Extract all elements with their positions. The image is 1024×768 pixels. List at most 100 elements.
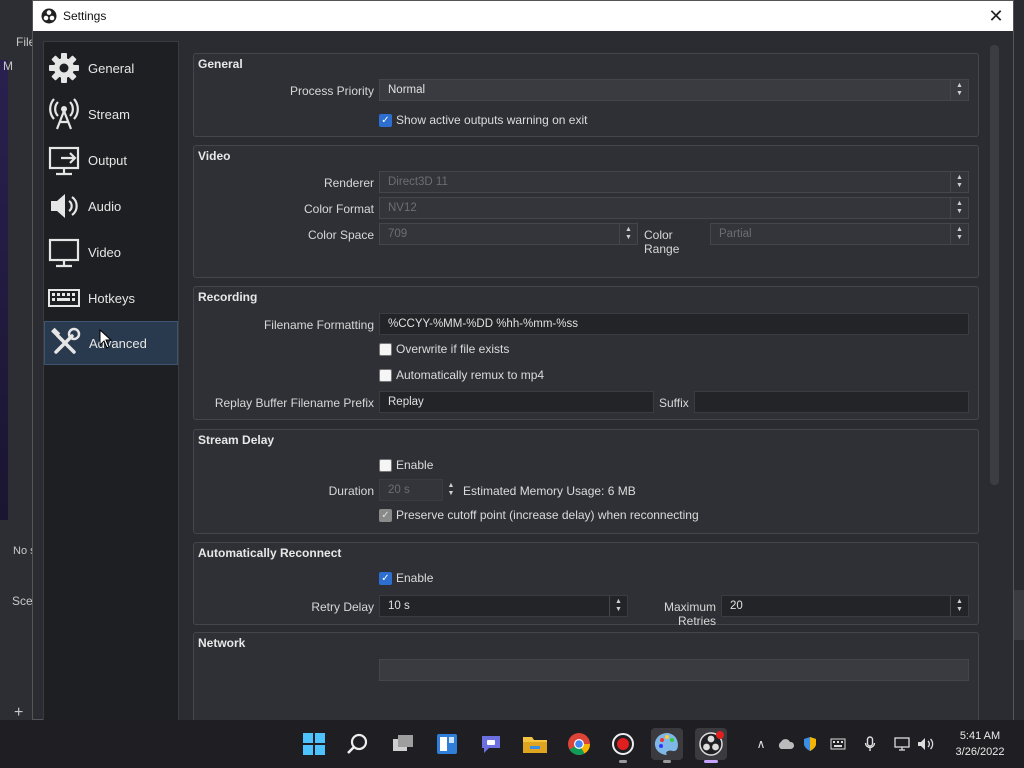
- paint-icon[interactable]: [651, 728, 683, 763]
- vertical-scrollbar[interactable]: [989, 45, 999, 701]
- system-clock[interactable]: 5:41 AM 3/26/2022: [940, 728, 1020, 760]
- retry-delay-label: Retry Delay: [311, 600, 374, 614]
- duration-spinbox[interactable]: 20 s ▲ ▼: [379, 479, 454, 501]
- active-indicator: [704, 760, 718, 763]
- speaker-icon: [46, 188, 82, 224]
- close-icon[interactable]: ✕: [985, 5, 1007, 27]
- max-retries-spinbox[interactable]: 20 ▲ ▼: [721, 595, 969, 617]
- chrome-icon[interactable]: [563, 728, 595, 760]
- group-title-network: Network: [198, 636, 246, 650]
- teams-chat-icon[interactable]: [475, 728, 507, 760]
- color-format-select[interactable]: NV12 ▲ ▼: [379, 197, 969, 219]
- onedrive-icon[interactable]: [776, 734, 796, 754]
- reconnect-enable-checkbox-row[interactable]: ✓ Enable: [379, 571, 433, 585]
- preserve-checkbox[interactable]: ✓: [379, 508, 392, 522]
- color-format-label: Color Format: [303, 202, 374, 216]
- scrollbar-thumb[interactable]: [990, 45, 999, 485]
- overwrite-checkbox-row[interactable]: Overwrite if file exists: [379, 342, 509, 356]
- process-priority-value: Normal: [388, 84, 426, 96]
- chevron-up-icon[interactable]: ∧: [751, 734, 771, 754]
- chevron-updown-icon: ▲ ▼: [950, 224, 968, 244]
- chevron-updown-icon: ▲ ▼: [619, 224, 637, 244]
- delay-enable-checkbox-row[interactable]: Enable: [379, 458, 433, 472]
- stream-delay-group: Stream Delay Enable Duration 20 s ▲ ▼ Est…: [193, 429, 979, 534]
- keyboard-icon: [46, 280, 82, 316]
- suffix-label: Suffix: [659, 396, 689, 410]
- show-warning-checkbox-row[interactable]: ✓ Show active outputs warning on exit: [379, 113, 587, 127]
- sidebar-item-stream[interactable]: Stream: [44, 92, 178, 136]
- renderer-select[interactable]: Direct3D 11 ▲ ▼: [379, 171, 969, 193]
- sidebar-item-video[interactable]: Video: [44, 230, 178, 274]
- sidebar-item-label: Audio: [88, 198, 122, 214]
- suffix-input[interactable]: [694, 391, 969, 413]
- network-status-icon[interactable]: [892, 734, 912, 754]
- duration-label: Duration: [328, 484, 374, 498]
- color-format-value: NV12: [388, 202, 417, 214]
- show-warning-label: Show active outputs warning on exit: [396, 113, 588, 127]
- windows-start-icon[interactable]: [298, 728, 330, 760]
- title-bar[interactable]: Settings ✕: [33, 1, 1013, 31]
- sidebar-item-general[interactable]: General: [44, 46, 178, 90]
- stepper-arrows-icon[interactable]: ▲ ▼: [609, 596, 627, 616]
- remux-checkbox[interactable]: [379, 368, 392, 382]
- reconnect-group: Automatically Reconnect ✓ Enable Retry D…: [193, 542, 979, 628]
- color-range-select[interactable]: Partial ▲ ▼: [710, 223, 969, 245]
- filename-formatting-label: Filename Formatting: [263, 318, 374, 332]
- volume-icon[interactable]: [916, 734, 936, 754]
- reconnect-enable-label: Enable: [396, 571, 434, 585]
- clock-time: 5:41 AM: [959, 730, 1001, 742]
- preserve-checkbox-row[interactable]: ✓ Preserve cutoff point (increase delay)…: [379, 508, 699, 522]
- max-retries-label: Maximum Retries: [663, 600, 716, 628]
- sidebar-item-label: Output: [88, 152, 128, 168]
- network-field[interactable]: [379, 659, 969, 681]
- record-icon[interactable]: [607, 728, 639, 763]
- stepper-arrows-icon[interactable]: ▲ ▼: [950, 596, 968, 616]
- max-retries-value: 20: [730, 600, 743, 612]
- chevron-updown-icon: ▲ ▼: [950, 198, 968, 218]
- widgets-icon[interactable]: [431, 728, 463, 760]
- color-space-value: 709: [388, 228, 408, 240]
- replay-prefix-input[interactable]: Replay: [379, 391, 654, 413]
- group-title-reconnect: Automatically Reconnect: [198, 546, 342, 560]
- filename-formatting-input[interactable]: %CCYY-%MM-%DD %hh-%mm-%ss: [379, 313, 969, 335]
- obs-icon[interactable]: [695, 728, 727, 763]
- remux-checkbox-row[interactable]: Automatically remux to mp4: [379, 368, 544, 382]
- preview-area: [0, 60, 8, 520]
- overwrite-label: Overwrite if file exists: [396, 342, 510, 356]
- group-title-general: General: [198, 57, 243, 71]
- process-priority-label: Process Priority: [289, 84, 374, 98]
- color-space-select[interactable]: 709 ▲ ▼: [379, 223, 638, 245]
- sidebar-item-label: Hotkeys: [88, 290, 135, 306]
- video-group: Video Renderer Direct3D 11 ▲ ▼ Color Form…: [193, 145, 979, 278]
- renderer-value: Direct3D 11: [388, 176, 448, 188]
- group-title-stream-delay: Stream Delay: [198, 433, 275, 447]
- replay-prefix-value: Replay: [388, 396, 424, 408]
- microphone-icon[interactable]: [860, 734, 880, 754]
- delay-enable-checkbox[interactable]: [379, 458, 392, 472]
- filename-formatting-value: %CCYY-%MM-%DD %hh-%mm-%ss: [388, 318, 578, 330]
- keyboard-layout-icon[interactable]: [828, 734, 848, 754]
- stepper-arrows-icon[interactable]: ▲ ▼: [442, 480, 460, 500]
- task-view-icon[interactable]: [387, 728, 419, 760]
- obs-right-edge-panel: [1013, 590, 1024, 640]
- process-priority-select[interactable]: Normal ▲ ▼: [379, 79, 969, 101]
- sidebar-item-output[interactable]: Output: [44, 138, 178, 182]
- search-icon[interactable]: [342, 728, 374, 760]
- reconnect-enable-checkbox[interactable]: ✓: [379, 571, 392, 585]
- clock-date: 3/26/2022: [955, 746, 1005, 758]
- replay-prefix-label: Replay Buffer Filename Prefix: [214, 396, 374, 410]
- sidebar-item-audio[interactable]: Audio: [44, 184, 178, 228]
- windows-taskbar: ∧ 5:41 AM 3/26/2022: [0, 720, 1024, 768]
- show-warning-checkbox[interactable]: ✓: [379, 113, 392, 127]
- color-range-label: Color Range: [644, 228, 680, 256]
- mouse-cursor-icon: [99, 329, 113, 349]
- file-explorer-icon[interactable]: [519, 728, 551, 760]
- overwrite-checkbox[interactable]: [379, 342, 392, 356]
- sidebar-item-hotkeys[interactable]: Hotkeys: [44, 276, 178, 320]
- security-shield-icon[interactable]: [800, 734, 820, 754]
- output-monitor-icon: [46, 142, 82, 178]
- recording-group: Recording Filename Formatting %CCYY-%MM-…: [193, 286, 979, 420]
- broadcast-antenna-icon: [46, 96, 82, 132]
- retry-delay-spinbox[interactable]: 10 s ▲ ▼: [379, 595, 628, 617]
- duration-value: 20 s: [388, 484, 410, 496]
